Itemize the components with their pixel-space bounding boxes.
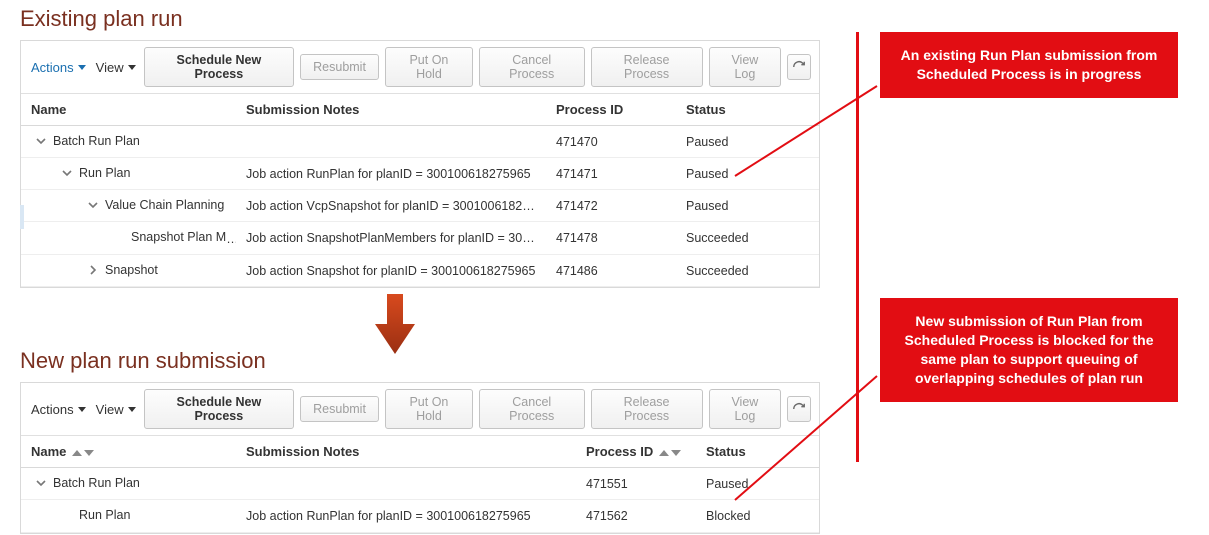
row-notes: Job action VcpSnapshot for planID = 3001… xyxy=(236,190,546,222)
row-name: Run Plan xyxy=(79,508,130,522)
tree-spacer xyxy=(61,509,73,521)
row-status: Paused xyxy=(676,126,819,158)
callout-existing: An existing Run Plan submission from Sch… xyxy=(878,32,1180,98)
resubmit-button[interactable]: Resubmit xyxy=(300,54,379,80)
put-on-hold-button[interactable]: Put On Hold xyxy=(385,47,473,87)
tree-toggle[interactable] xyxy=(87,264,99,276)
row-name: Run Plan xyxy=(79,166,130,180)
row-pid: 471562 xyxy=(576,500,696,533)
refresh-button[interactable] xyxy=(787,54,811,80)
schedule-new-process-button[interactable]: Schedule New Process xyxy=(144,389,295,429)
process-table-new: Name Submission Notes Process ID Status … xyxy=(21,436,819,533)
row-notes xyxy=(236,468,576,500)
cancel-process-button[interactable]: Cancel Process xyxy=(479,389,585,429)
col-pid[interactable]: Process ID xyxy=(576,436,696,468)
row-highlight-bar xyxy=(20,205,24,229)
view-label: View xyxy=(96,402,124,417)
callouts: An existing Run Plan submission from Sch… xyxy=(856,32,1196,462)
row-status: Paused xyxy=(696,468,819,500)
down-arrow-icon xyxy=(375,294,415,354)
toolbar-new: Actions View Schedule New Process Resubm… xyxy=(21,383,819,436)
col-notes[interactable]: Submission Notes xyxy=(236,436,576,468)
callout-divider xyxy=(856,32,859,462)
row-notes: Job action RunPlan for planID = 30010061… xyxy=(236,500,576,533)
table-header-row: Name Submission Notes Process ID Status xyxy=(21,94,819,126)
sort-asc-icon xyxy=(659,450,669,456)
sort-desc-icon xyxy=(84,450,94,456)
actions-menu[interactable]: Actions xyxy=(29,56,88,79)
refresh-button[interactable] xyxy=(787,396,811,422)
row-name: Batch Run Plan xyxy=(53,476,140,490)
row-pid: 471478 xyxy=(546,222,676,255)
tree-toggle[interactable] xyxy=(87,199,99,211)
refresh-icon xyxy=(792,402,806,416)
actions-menu[interactable]: Actions xyxy=(29,398,88,421)
row-status: Paused xyxy=(676,190,819,222)
actions-label: Actions xyxy=(31,402,74,417)
row-notes: Job action SnapshotPlanMembers for planI… xyxy=(236,222,546,255)
col-pid[interactable]: Process ID xyxy=(546,94,676,126)
row-pid: 471486 xyxy=(546,255,676,287)
put-on-hold-button[interactable]: Put On Hold xyxy=(385,389,473,429)
table-row[interactable]: Batch Run Plan 471470Paused xyxy=(21,126,819,158)
sort-icons[interactable] xyxy=(72,450,94,456)
tree-toggle[interactable] xyxy=(35,477,47,489)
table-row[interactable]: Batch Run Plan 471551Paused xyxy=(21,468,819,500)
sort-desc-icon xyxy=(671,450,681,456)
col-status[interactable]: Status xyxy=(696,436,819,468)
row-notes: Job action Snapshot for planID = 3001006… xyxy=(236,255,546,287)
actions-label: Actions xyxy=(31,60,74,75)
col-name[interactable]: Name xyxy=(21,436,236,468)
view-menu[interactable]: View xyxy=(94,398,138,421)
table-row[interactable]: Snapshot Job action Snapshot for planID =… xyxy=(21,255,819,287)
table-row[interactable]: Value Chain Planning Job action VcpSnapsh… xyxy=(21,190,819,222)
sort-asc-icon xyxy=(72,450,82,456)
chevron-down-icon xyxy=(128,65,136,70)
tree-toggle[interactable] xyxy=(35,135,47,147)
callout-new: New submission of Run Plan from Schedule… xyxy=(878,298,1180,402)
col-name[interactable]: Name xyxy=(21,94,236,126)
process-table-existing: Name Submission Notes Process ID Status … xyxy=(21,94,819,287)
table-header-row: Name Submission Notes Process ID Status xyxy=(21,436,819,468)
row-name: Batch Run Plan xyxy=(53,134,140,148)
row-pid: 471471 xyxy=(546,158,676,190)
table-row[interactable]: Run Plan Job action RunPlan for planID = … xyxy=(21,500,819,533)
view-label: View xyxy=(96,60,124,75)
chevron-down-icon xyxy=(78,65,86,70)
row-status: Paused xyxy=(676,158,819,190)
schedule-new-process-button[interactable]: Schedule New Process xyxy=(144,47,295,87)
row-pid: 471470 xyxy=(546,126,676,158)
toolbar-existing: Actions View Schedule New Process Resubm… xyxy=(21,41,819,94)
row-pid: 471551 xyxy=(576,468,696,500)
panel-new: Actions View Schedule New Process Resubm… xyxy=(20,382,820,534)
view-log-button[interactable]: View Log xyxy=(709,47,782,87)
refresh-icon xyxy=(792,60,806,74)
view-menu[interactable]: View xyxy=(94,56,138,79)
col-status[interactable]: Status xyxy=(676,94,819,126)
col-notes[interactable]: Submission Notes xyxy=(236,94,546,126)
resubmit-button[interactable]: Resubmit xyxy=(300,396,379,422)
tree-spacer xyxy=(113,231,125,243)
row-notes: Job action RunPlan for planID = 30010061… xyxy=(236,158,546,190)
row-name: Snapshot xyxy=(105,263,158,277)
row-name: Value Chain Planning xyxy=(105,198,224,212)
view-log-button[interactable]: View Log xyxy=(709,389,782,429)
tree-toggle[interactable] xyxy=(61,167,73,179)
row-name: Snapshot Plan M xyxy=(131,230,226,244)
release-process-button[interactable]: Release Process xyxy=(591,389,703,429)
section-title-existing: Existing plan run xyxy=(20,6,1209,32)
row-status: Succeeded xyxy=(676,222,819,255)
row-status: Blocked xyxy=(696,500,819,533)
chevron-down-icon xyxy=(128,407,136,412)
row-notes xyxy=(236,126,546,158)
table-row[interactable]: Run Plan Job action RunPlan for planID = … xyxy=(21,158,819,190)
cancel-process-button[interactable]: Cancel Process xyxy=(479,47,585,87)
table-row[interactable]: Snapshot Plan M Job action SnapshotPlanMe… xyxy=(21,222,819,255)
release-process-button[interactable]: Release Process xyxy=(591,47,703,87)
chevron-down-icon xyxy=(78,407,86,412)
panel-existing: Actions View Schedule New Process Resubm… xyxy=(20,40,820,288)
row-pid: 471472 xyxy=(546,190,676,222)
row-status: Succeeded xyxy=(676,255,819,287)
sort-icons[interactable] xyxy=(659,450,681,456)
